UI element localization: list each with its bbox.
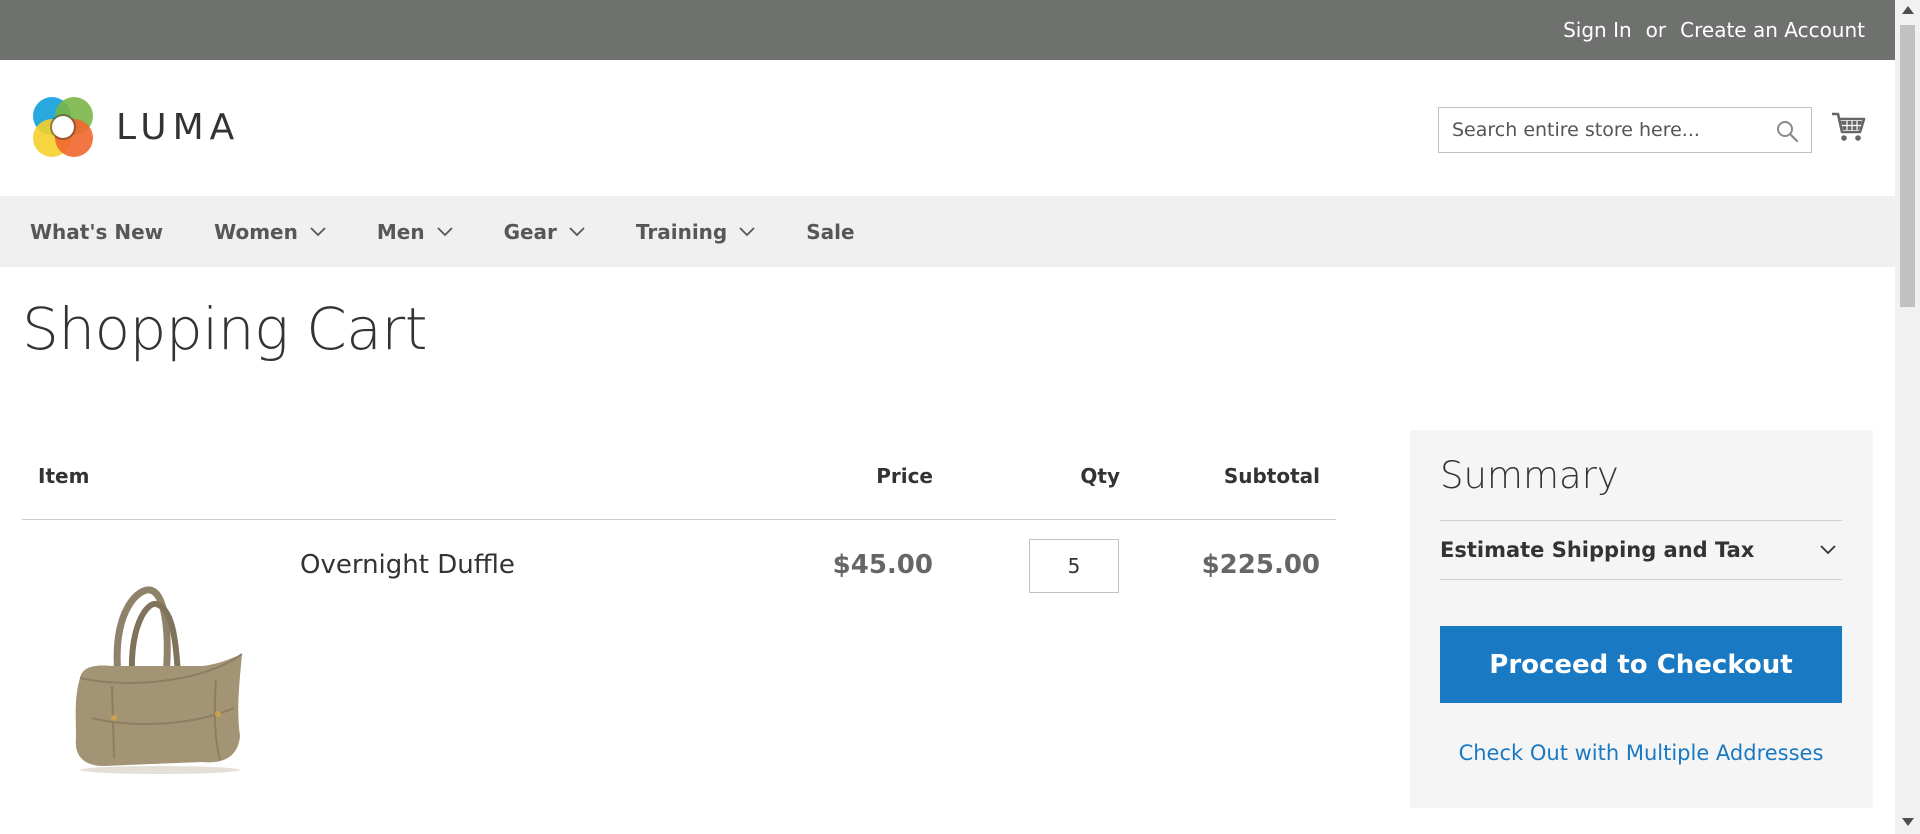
nav-item-women[interactable]: Women	[214, 220, 326, 244]
or-separator: or	[1645, 18, 1667, 42]
quantity-input[interactable]	[1029, 539, 1119, 593]
estimate-shipping-toggle[interactable]: Estimate Shipping and Tax	[1440, 521, 1842, 579]
search-input[interactable]	[1439, 108, 1772, 152]
item-subtotal: $225.00	[1201, 550, 1320, 580]
chevron-down-icon	[569, 226, 585, 236]
sign-in-link[interactable]: Sign In	[1563, 18, 1632, 42]
create-account-link[interactable]: Create an Account	[1680, 18, 1865, 42]
cart-summary: Summary Estimate Shipping and Tax Procee…	[1410, 430, 1873, 808]
chevron-down-icon	[1820, 545, 1836, 555]
luma-logo[interactable]: LUMA	[30, 94, 240, 160]
nav-item-label: Gear	[503, 219, 557, 244]
column-header-price: Price	[876, 464, 933, 488]
nav-item-sale[interactable]: Sale	[806, 220, 854, 244]
nav-item-label: What's New	[30, 219, 164, 244]
page: Sign In or Create an Account LUMA Search…	[0, 0, 1895, 834]
scrollbar-thumb[interactable]	[1900, 25, 1915, 307]
vertical-scrollbar[interactable]	[1895, 0, 1920, 834]
product-name-link[interactable]: Overnight Duffle	[300, 550, 515, 580]
logo-text: LUMA	[116, 106, 241, 148]
estimate-shipping-label: Estimate Shipping and Tax	[1440, 538, 1755, 562]
scroll-up-icon[interactable]	[1902, 6, 1914, 14]
item-price: $45.00	[832, 550, 933, 580]
scroll-down-icon[interactable]	[1902, 818, 1914, 826]
nav-item-label: Training	[635, 219, 728, 244]
column-header-subtotal: Subtotal	[1223, 464, 1320, 488]
nav-item-label: Men	[376, 219, 425, 244]
product-image[interactable]	[52, 568, 244, 778]
nav-item-label: Women	[214, 219, 298, 244]
site-header: LUMA	[0, 60, 1895, 196]
luma-logo-icon	[33, 97, 93, 157]
proceed-to-checkout-button[interactable]: Proceed to Checkout	[1440, 626, 1842, 703]
multiple-addresses-link[interactable]: Check Out with Multiple Addresses	[1440, 741, 1842, 765]
nav-item-whats-new[interactable]: What's New	[30, 220, 163, 244]
search-box	[1438, 107, 1812, 153]
nav-item-gear[interactable]: Gear	[504, 220, 585, 244]
divider	[1440, 579, 1842, 580]
header-links: Sign In or Create an Account	[1563, 0, 1865, 60]
nav-item-men[interactable]: Men	[377, 220, 453, 244]
nav-item-training[interactable]: Training	[636, 220, 755, 244]
chevron-down-icon	[310, 226, 326, 236]
top-panel: Sign In or Create an Account	[0, 0, 1895, 60]
column-header-qty: Qty	[1080, 464, 1120, 488]
main-navigation: What's New Women Men Gear Training Sale	[0, 196, 1895, 267]
page-title: Shopping Cart	[22, 295, 427, 363]
chevron-down-icon	[436, 226, 453, 236]
nav-item-label: Sale	[806, 219, 855, 244]
cart-icon[interactable]	[1830, 108, 1866, 144]
search-icon[interactable]	[1775, 119, 1799, 143]
column-header-item: Item	[38, 464, 90, 488]
summary-title: Summary	[1440, 454, 1619, 497]
cart-item-row: Overnight Duffle $45.00 $225.00	[22, 520, 1336, 780]
chevron-down-icon	[739, 226, 755, 236]
